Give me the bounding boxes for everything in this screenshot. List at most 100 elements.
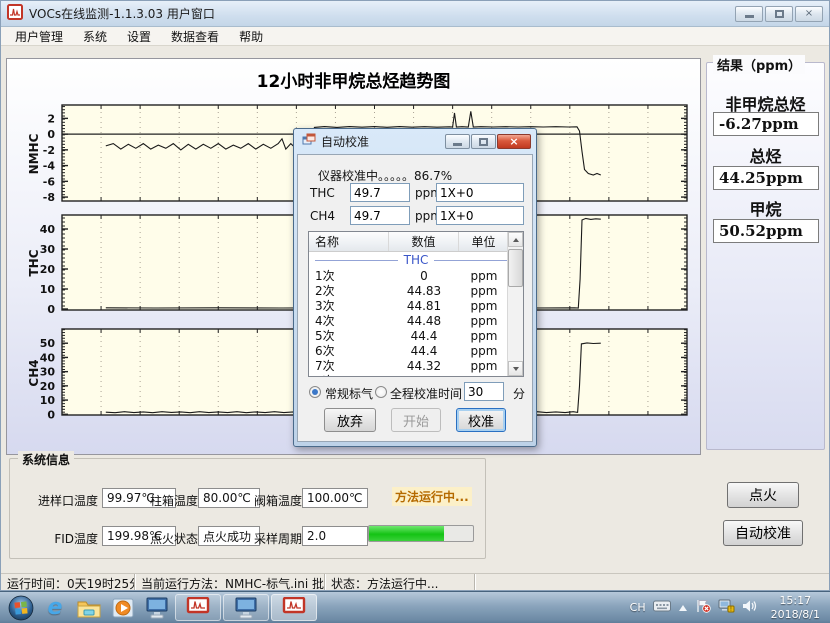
menu-help[interactable]: 帮助 [229,26,273,47]
result-label-thc: 总烃 [707,143,824,167]
close-button[interactable]: × [795,6,823,22]
ch4-range-input[interactable] [436,206,524,225]
file-explorer-icon[interactable] [72,594,106,622]
col-value-header[interactable]: 数值 [389,232,459,251]
keyboard-icon[interactable] [653,600,671,615]
row-unit: ppm [459,374,509,378]
svg-text:!: ! [729,606,731,613]
time-unit-label: 分 [513,385,525,402]
svg-text:20: 20 [40,263,56,276]
svg-text:-2: -2 [43,144,55,157]
dialog-maximize-button[interactable] [471,134,496,149]
table-row: 3次44.81ppm [309,298,523,313]
dialog-minimize-icon [453,143,462,146]
internet-explorer-icon[interactable]: e [38,594,72,622]
maximize-button[interactable] [765,6,793,22]
row-value: 44.48 [389,314,459,328]
table-row: 1次0ppm [309,268,523,283]
dialog-title: 自动校准 [321,133,369,150]
ch4-value-input[interactable] [350,206,410,225]
start-button[interactable]: 开始 [391,408,441,432]
radio-normal-gas-label[interactable]: 常规标气 [325,385,373,402]
col-name-header[interactable]: 名称 [309,232,389,251]
scrollbar-thumb[interactable] [508,249,523,287]
network-icon[interactable]: ! [718,599,735,616]
window-title: VOCs在线监测-1.1.3.03 用户窗口 [29,5,215,22]
remote-computer-icon[interactable] [140,594,174,622]
col-unit-header[interactable]: 单位 [459,232,509,251]
svg-text:-4: -4 [43,160,56,173]
task-remote-computer-window[interactable] [223,594,269,621]
svg-text:30: 30 [40,243,56,256]
scroll-up-button[interactable] [508,232,523,247]
row-value: 0 [389,269,459,283]
row-value: 44.32 [389,359,459,373]
show-hidden-icons-button[interactable] [678,601,688,615]
menu-data-view[interactable]: 数据查看 [161,26,229,47]
dialog-titlebar[interactable]: 自动校准 × [297,129,533,154]
section-label: THC [404,253,429,267]
menu-user-management[interactable]: 用户管理 [5,26,73,47]
radio-full-calibration-label[interactable]: 全程校准 [390,385,438,402]
radio-full-calibration[interactable] [375,386,387,398]
menubar: 用户管理 系统 设置 数据查看 帮助 [1,27,829,46]
svg-text:20: 20 [40,380,56,393]
result-label-ch4: 甲烷 [707,196,824,220]
method-running-status: 方法运行中... [392,487,472,506]
results-group-title: 结果（ppm） [713,55,805,74]
radio-normal-gas[interactable] [309,386,321,398]
clock[interactable]: 15:17 2018/8/1 [771,594,820,622]
calibrate-button[interactable]: 校准 [456,408,506,432]
thc-value-input[interactable] [350,183,410,202]
sample-period-value: 2.0 [302,526,368,546]
svg-text:2: 2 [47,112,55,125]
scroll-down-button[interactable] [508,361,523,376]
menu-system[interactable]: 系统 [73,26,117,47]
table-row: 5次44.4ppm [309,328,523,343]
volume-icon[interactable] [742,599,758,616]
dialog-minimize-button[interactable] [445,134,470,149]
thc-field-label: THC [310,186,335,200]
time-input[interactable] [464,382,504,401]
table-row: 7次44.32ppm [309,358,523,373]
svg-text:-8: -8 [43,191,55,204]
start-button[interactable] [4,594,38,622]
table-scrollbar[interactable] [507,232,523,376]
abort-button[interactable]: 放弃 [324,408,376,432]
dialog-body: 仪器校准中。。。。。86.7% THC ppm CH4 ppm 名称 数值 单位… [297,154,533,442]
task-monitor-app-window-1[interactable] [175,594,221,621]
system-tray: CH ! 15:17 2018/8/1 [630,594,826,622]
results-group: 结果（ppm） 非甲烷总烃 -6.27ppm 总烃 44.25ppm 甲烷 50… [706,62,825,450]
minimize-icon [745,15,754,18]
task-monitor-app-window-2[interactable] [271,594,317,621]
menu-settings[interactable]: 设置 [117,26,161,47]
minimize-button[interactable] [735,6,763,22]
status-run-time: 运行时间：0天19时25分29秒 [1,574,135,590]
titlebar[interactable]: VOCs在线监测-1.1.3.03 用户窗口 × [1,1,829,27]
row-unit: ppm [459,329,509,343]
close-icon: × [805,9,813,19]
ch4-field-label: CH4 [310,209,335,223]
media-player-icon[interactable] [106,594,140,622]
table-row: 4次44.48ppm [309,313,523,328]
thc-range-input[interactable] [436,183,524,202]
ignition-state-value: 点火成功 [198,526,260,546]
dialog-close-button[interactable]: × [497,134,531,149]
chart-title: 12小时非甲烷总烃趋势图 [7,67,700,92]
desktop: VOCs在线监测-1.1.3.03 用户窗口 × 用户管理 系统 设置 数据查看… [0,0,830,623]
system-info-title: 系统信息 [18,451,74,468]
action-center-flag-icon[interactable] [695,599,711,616]
app-icon [7,4,23,23]
calibration-status-text: 仪器校准中。。。。。86.7% [318,167,452,184]
row-value: 44.4 [389,374,459,378]
row-value: 44.4 [389,329,459,343]
ignite-button[interactable]: 点火 [727,482,799,508]
result-value-ch4: 50.52ppm [713,219,819,243]
dialog-close-icon: × [509,135,518,148]
status-bar: 运行时间：0天19时25分29秒 当前运行方法：NMHC-标气.ini 批处理 … [1,573,829,590]
row-unit: ppm [459,344,509,358]
language-indicator[interactable]: CH [630,601,646,614]
valve-temp-value: 100.00℃ [302,488,368,508]
auto-calibrate-button[interactable]: 自动校准 [723,520,803,546]
table-header: 名称 数值 单位 [309,232,523,252]
